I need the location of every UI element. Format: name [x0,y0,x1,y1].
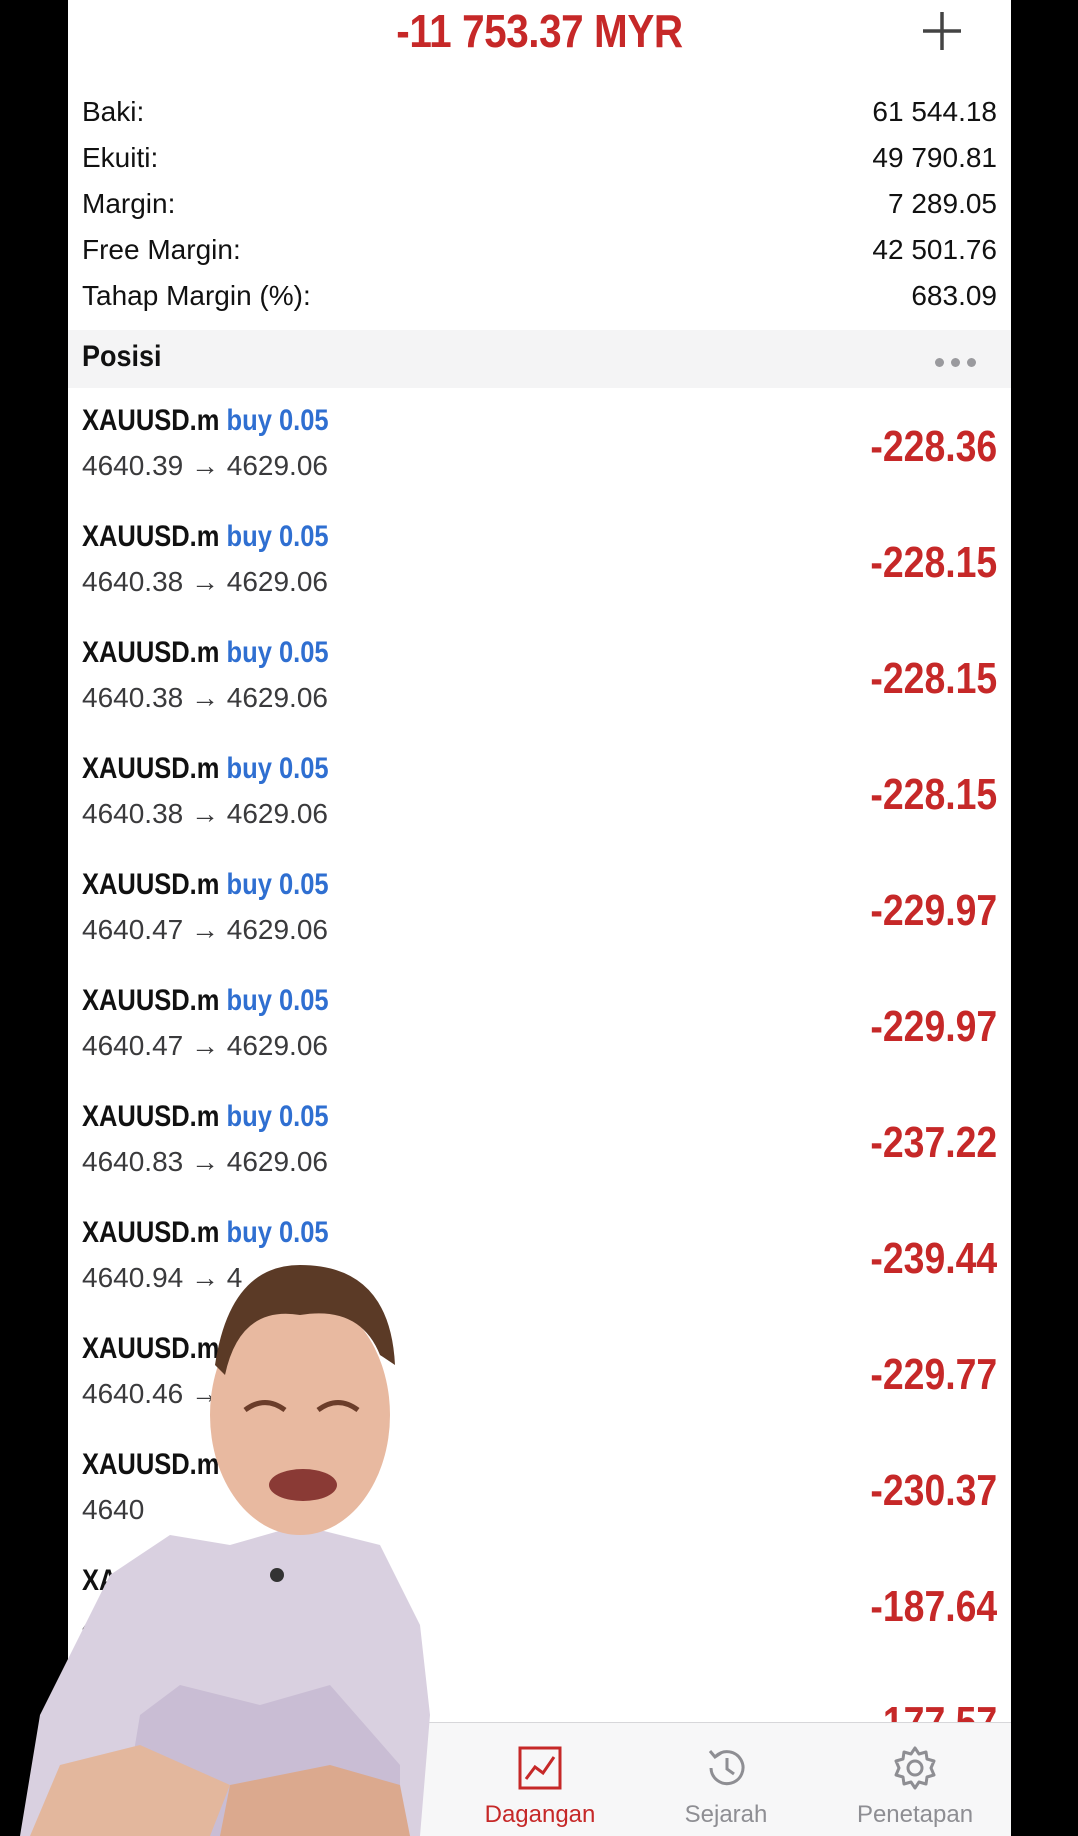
position-row[interactable]: XAUUSD.m buy 0.05 4640.38 → 4629.06 -228… [68,628,1011,744]
position-symbol: XAUUSD.m [82,752,220,785]
position-prices: 4640.47 → 4629.06 [82,914,328,945]
position-side: buy 0.05 [226,752,329,785]
position-symbol: XAUUSD.m [82,520,220,553]
summary-value: 61 544.18 [872,96,997,127]
tab-label: Sejarah [684,1801,768,1828]
position-symbol: XAUUSD.m [82,636,220,669]
positions-section-header: Posisi [68,330,1011,388]
add-order-button[interactable] [917,6,967,56]
position-side: buy 0.05 [226,520,329,553]
plus-icon [923,12,961,50]
summary-label: Tahap Margin (%): [82,280,311,311]
position-profit: -228.15 [870,654,997,703]
position-profit: -229.77 [870,1350,997,1399]
position-symbol-line: XAUUSD.m buy 0.05 [82,520,329,554]
summary-value: 683.09 [911,280,997,311]
summary-label: Ekuiti: [82,142,159,173]
summary-value: 7 289.05 [888,188,997,219]
position-side: buy 0.05 [226,984,329,1017]
position-profit: -228.36 [870,422,997,471]
total-profit-loss: -11 753.37 MYR [396,5,683,57]
gear-icon [894,1746,936,1790]
position-profit: -230.37 [870,1466,997,1515]
header: -11 753.37 MYR [68,0,1011,70]
summary-row-margin-level: Tahap Margin (%): 683.09 [68,276,1011,322]
position-symbol: XAUUSD.m [82,404,220,437]
position-profit: -237.22 [870,1118,997,1167]
position-side: buy 0.05 [226,404,329,437]
position-symbol-line: XAUUSD.m buy 0.05 [82,404,329,438]
dot [951,358,960,367]
summary-row-free-margin: Free Margin: 42 501.76 [68,230,1011,276]
position-row[interactable]: XAUUSD.m buy 0.05 4640.39 → 4629.06 -228… [68,396,1011,512]
position-symbol-line: XAUUSD.m buy 0.05 [82,636,329,670]
position-symbol: XAUUSD.m [82,984,220,1017]
summary-label: Free Margin: [82,234,241,265]
position-row[interactable]: XAUUSD.m buy 0.05 4640.38 → 4629.06 -228… [68,512,1011,628]
position-profit: -229.97 [870,1002,997,1051]
tab-label: Penetapan [856,1801,974,1828]
position-prices: 4640.83 → 4629.06 [82,1146,328,1177]
history-clock-icon [708,1750,745,1786]
position-symbol-line: XAUUSD.m buy 0.05 [82,752,329,786]
position-symbol: XAUUSD.m [82,1100,220,1133]
account-summary: Baki: 61 544.18 Ekuiti: 49 790.81 Margin… [68,92,1011,322]
position-row[interactable]: XAUUSD.m buy 0.05 4640.83 → 4629.06 -237… [68,1092,1011,1208]
position-symbol-line: XAUUSD.m buy 0.05 [82,868,329,902]
summary-row-equity: Ekuiti: 49 790.81 [68,138,1011,184]
section-title: Posisi [82,340,162,373]
more-horizontal-icon [935,358,944,367]
summary-label: Margin: [82,188,176,219]
position-prices: 4640.47 → 4629.06 [82,1030,328,1061]
tab-penetapan[interactable]: Penetapan [820,1723,1010,1836]
more-options-button[interactable] [935,354,983,367]
position-symbol-line: XAUUSD.m buy 0.05 [82,984,329,1018]
position-side: buy 0.05 [226,1100,329,1133]
crying-kid-sticker [20,1265,430,1836]
summary-value: 49 790.81 [872,142,997,173]
position-prices: 4640.38 → 4629.06 [82,682,328,713]
tab-sejarah[interactable]: Sejarah [631,1723,821,1836]
position-prices: 4640.38 → 4629.06 [82,798,328,829]
position-row[interactable]: XAUUSD.m buy 0.05 4640.38 → 4629.06 -228… [68,744,1011,860]
position-prices: 4640.39 → 4629.06 [82,450,328,481]
position-profit: -239.44 [870,1234,997,1283]
position-profit: -187.64 [870,1582,997,1631]
summary-row-margin: Margin: 7 289.05 [68,184,1011,230]
position-profit: -228.15 [870,538,997,587]
summary-value: 42 501.76 [872,234,997,265]
position-side: buy 0.05 [226,868,329,901]
position-side: buy 0.05 [226,636,329,669]
summary-row-balance: Baki: 61 544.18 [68,92,1011,138]
chart-line-icon [518,1746,562,1790]
position-symbol-line: XAUUSD.m buy 0.05 [82,1100,329,1134]
position-profit: -229.97 [870,886,997,935]
dot [967,358,976,367]
position-prices: 4640.38 → 4629.06 [82,566,328,597]
summary-label: Baki: [82,96,145,127]
position-profit: -228.15 [870,770,997,819]
position-symbol: XAUUSD.m [82,868,220,901]
position-row[interactable]: XAUUSD.m buy 0.05 4640.47 → 4629.06 -229… [68,976,1011,1092]
position-row[interactable]: XAUUSD.m buy 0.05 4640.47 → 4629.06 -229… [68,860,1011,976]
